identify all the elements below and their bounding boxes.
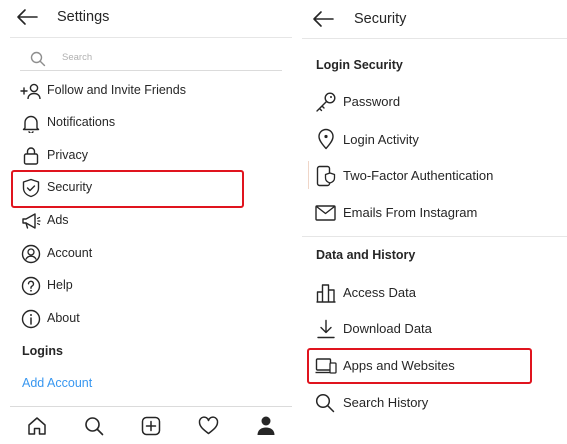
search-field[interactable]: Search <box>20 47 282 71</box>
key-icon <box>316 92 336 112</box>
settings-item-label: Follow and Invite Friends <box>47 83 186 97</box>
page-title: Settings <box>57 9 110 25</box>
add-person-icon <box>20 83 41 100</box>
settings-item-label: About <box>47 311 80 325</box>
security-item-login-activity[interactable]: Login Activity <box>314 128 559 150</box>
security-item-label: Two-Factor Authentication <box>343 168 494 183</box>
download-icon <box>317 319 335 339</box>
profile-icon[interactable] <box>256 415 276 436</box>
arrow-left-icon <box>313 11 334 27</box>
security-item-emails[interactable]: Emails From Instagram <box>314 202 559 224</box>
search-placeholder: Search <box>62 52 93 63</box>
info-icon <box>21 309 41 329</box>
security-item-label: Download Data <box>343 321 432 336</box>
settings-item-about[interactable]: About <box>20 308 280 330</box>
settings-panel: Settings Search Follow and Invite Friend… <box>0 0 300 444</box>
settings-item-label: Notifications <box>47 115 116 129</box>
security-item-password[interactable]: Password <box>314 91 559 113</box>
settings-item-follow[interactable]: Follow and Invite Friends <box>20 80 280 102</box>
security-item-label: Emails From Instagram <box>343 205 478 220</box>
lock-icon <box>23 147 39 165</box>
add-account-link[interactable]: Add Account <box>22 376 92 390</box>
security-item-two-factor[interactable]: Two-Factor Authentication <box>308 161 559 189</box>
arrow-left-icon <box>17 9 38 25</box>
security-item-access-data[interactable]: Access Data <box>314 282 559 304</box>
header-divider <box>302 38 567 39</box>
security-highlight-box <box>11 170 244 208</box>
account-icon <box>21 244 41 264</box>
security-item-label: Login Activity <box>343 132 419 147</box>
login-security-title: Login Security <box>316 58 403 72</box>
bar-chart-icon <box>316 284 336 303</box>
security-item-label: Access Data <box>343 285 416 300</box>
search-icon <box>315 393 335 413</box>
settings-item-label: Help <box>47 278 73 292</box>
security-item-label: Search History <box>343 395 429 410</box>
apps-websites-highlight-box <box>307 348 532 384</box>
header-divider <box>10 37 292 38</box>
data-history-title: Data and History <box>316 248 416 262</box>
bell-icon <box>22 115 40 133</box>
item-left-accent <box>308 161 309 189</box>
back-button[interactable] <box>16 8 38 26</box>
location-pin-icon <box>318 128 334 150</box>
settings-item-label: Ads <box>47 213 69 227</box>
settings-item-notifications[interactable]: Notifications <box>20 112 280 134</box>
search-icon[interactable] <box>84 416 104 436</box>
section-divider <box>302 236 567 237</box>
settings-item-help[interactable]: Help <box>20 275 280 297</box>
settings-item-label: Account <box>47 246 93 260</box>
heart-icon[interactable] <box>198 416 219 435</box>
security-panel: Security Login Security Password Login A… <box>302 0 567 444</box>
back-button[interactable] <box>312 10 334 28</box>
bottom-nav <box>10 406 292 444</box>
search-icon <box>30 51 46 67</box>
settings-item-ads[interactable]: Ads <box>20 210 280 232</box>
settings-item-privacy[interactable]: Privacy <box>20 145 280 167</box>
security-item-label: Password <box>343 94 401 109</box>
settings-item-account[interactable]: Account <box>20 243 280 265</box>
settings-item-label: Privacy <box>47 148 88 162</box>
security-item-search-history[interactable]: Search History <box>314 392 559 414</box>
megaphone-icon <box>22 213 41 229</box>
new-post-icon[interactable] <box>141 416 161 436</box>
help-icon <box>21 276 41 296</box>
home-icon[interactable] <box>27 416 47 436</box>
security-item-download-data[interactable]: Download Data <box>314 318 559 340</box>
page-title: Security <box>354 11 407 27</box>
phone-shield-icon <box>316 165 336 187</box>
mail-icon <box>315 205 336 221</box>
logins-section-title: Logins <box>22 344 63 358</box>
